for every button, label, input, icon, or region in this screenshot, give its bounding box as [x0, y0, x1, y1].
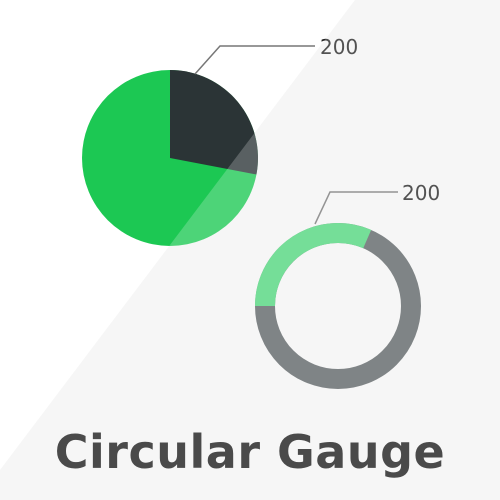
page-title: Circular Gauge — [54, 425, 446, 479]
pie-callout-line — [194, 45, 315, 75]
canvas: 200 200 Circular Gauge — [0, 0, 500, 500]
